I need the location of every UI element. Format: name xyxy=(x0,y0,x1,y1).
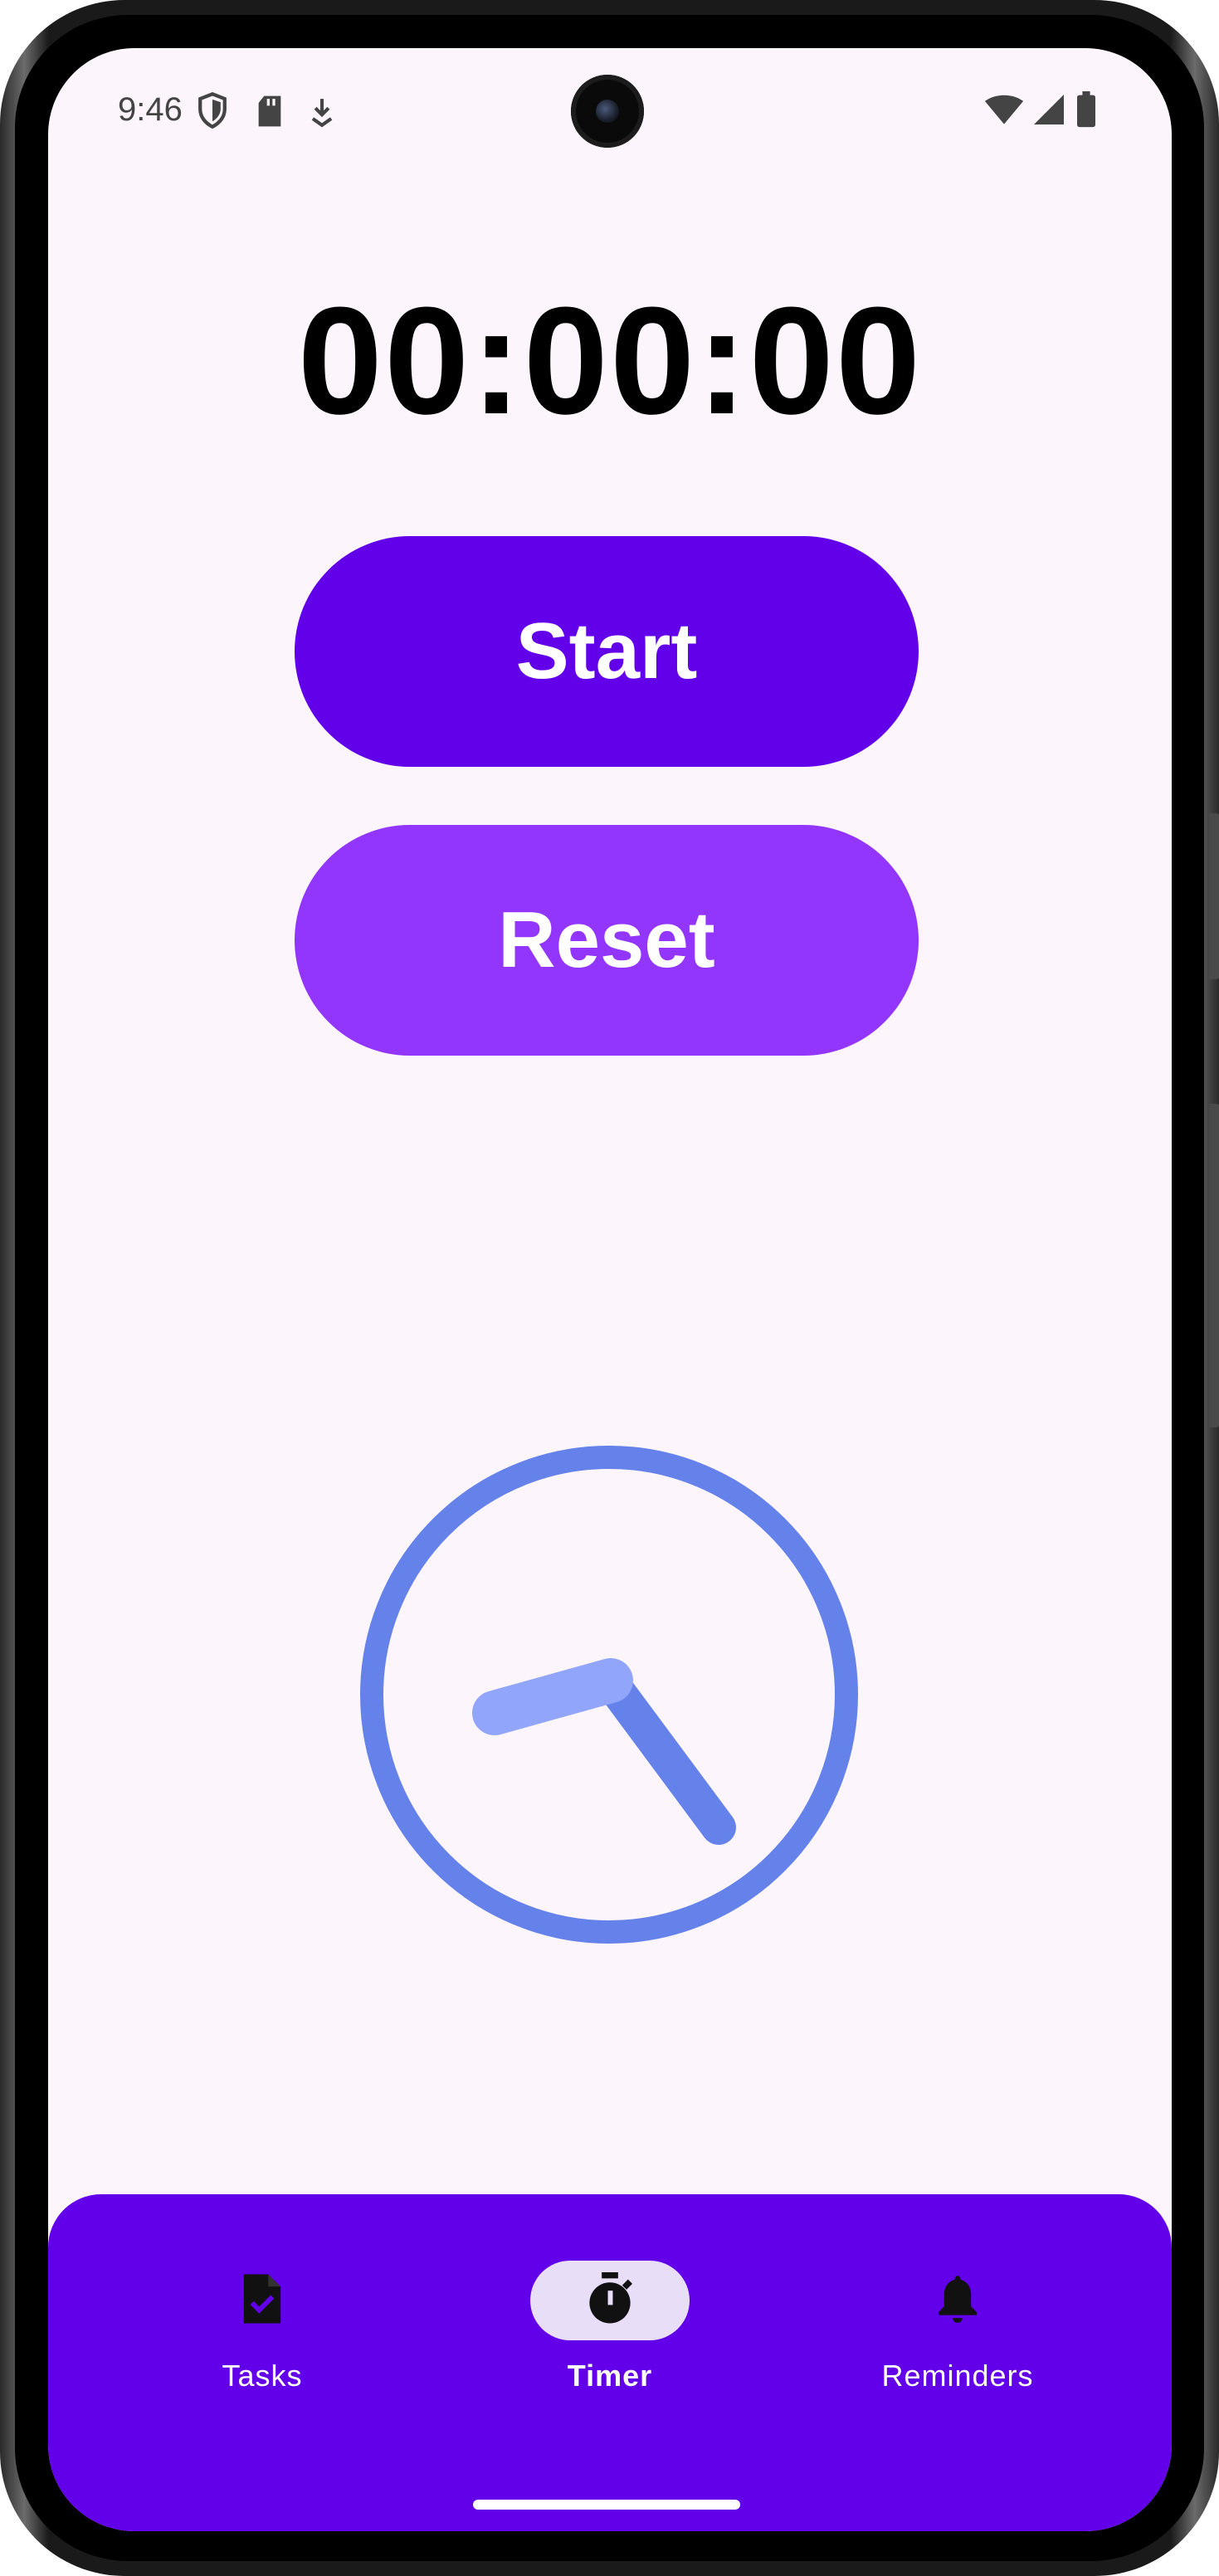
battery-icon xyxy=(1075,91,1097,132)
reset-button[interactable]: Reset xyxy=(295,825,919,1056)
nav-icon-timer-wrap xyxy=(530,2261,690,2340)
nav-item-timer[interactable]: Timer xyxy=(485,2261,734,2427)
nav-icon-reminders-wrap xyxy=(878,2261,1037,2340)
timer-display: 00:00:00 xyxy=(297,275,923,446)
nav-item-reminders[interactable]: Reminders xyxy=(833,2261,1082,2427)
bell-icon xyxy=(936,2274,979,2328)
nav-label-reminders: Reminders xyxy=(881,2359,1034,2393)
clock-icon xyxy=(360,1446,858,1944)
status-time: 9:46 xyxy=(118,91,183,128)
status-bar: 9:46 xyxy=(48,48,1172,173)
wifi-icon xyxy=(984,95,1024,130)
home-indicator[interactable] xyxy=(473,2500,740,2510)
nav-label-timer: Timer xyxy=(567,2359,653,2393)
start-button[interactable]: Start xyxy=(295,536,919,767)
front-camera xyxy=(571,75,644,148)
volume-button xyxy=(1209,813,1219,979)
nav-item-tasks[interactable]: Tasks xyxy=(138,2261,387,2427)
shield-icon xyxy=(196,91,229,134)
bottom-navigation: Tasks Timer Reminders xyxy=(48,2194,1172,2531)
cell-signal-icon xyxy=(1032,93,1065,130)
download-icon xyxy=(309,96,335,132)
nav-icon-tasks-wrap xyxy=(183,2261,342,2340)
power-button xyxy=(1209,1104,1219,1427)
sd-card-icon xyxy=(256,95,284,132)
stopwatch-icon xyxy=(585,2271,635,2330)
app-screen: 9:46 00:00:00 Start Reset Tasks Timer Re… xyxy=(48,48,1172,2531)
task-file-icon xyxy=(241,2272,284,2330)
nav-label-tasks: Tasks xyxy=(222,2359,303,2393)
